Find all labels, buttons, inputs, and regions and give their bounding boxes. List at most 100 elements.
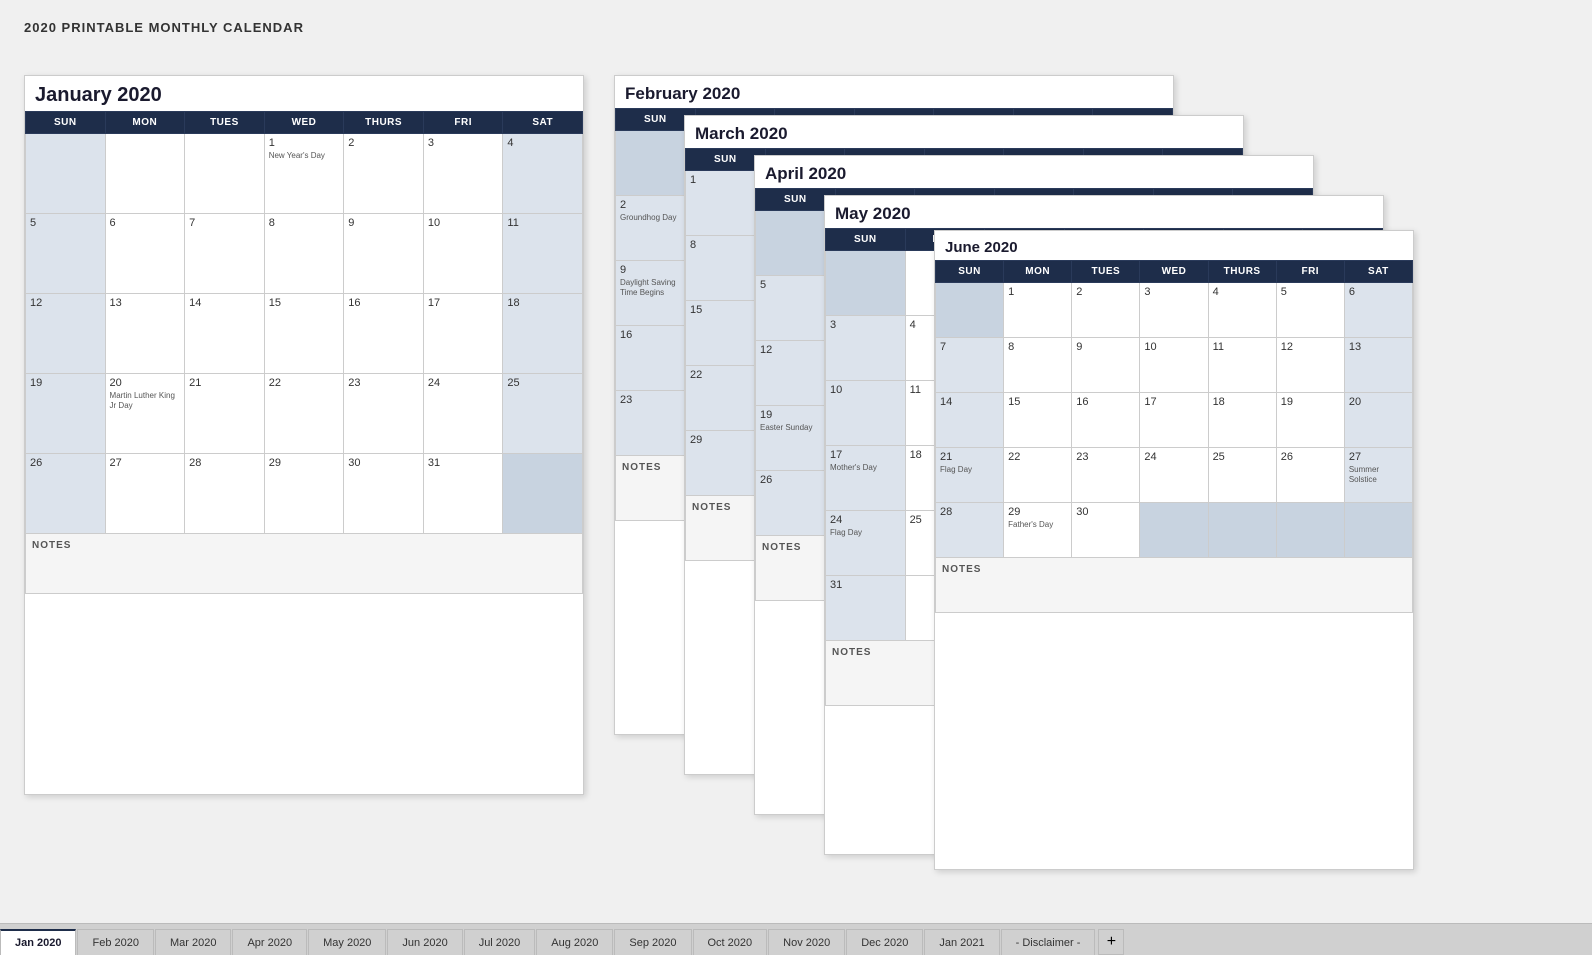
tab-jul-2020[interactable]: Jul 2020 — [464, 929, 536, 955]
table-row: 12 13 14 15 16 17 18 — [26, 294, 583, 374]
jun-col-thu: THURS — [1208, 261, 1276, 283]
table-cell: 2 — [344, 134, 424, 214]
table-row: 19 20Martin Luther King Jr Day 21 22 23 … — [26, 374, 583, 454]
notes-cell: NOTES — [936, 558, 1413, 613]
table-cell: 23 — [1072, 448, 1140, 503]
table-cell: 5 — [26, 214, 106, 294]
table-cell: 17 — [1140, 393, 1208, 448]
jun-col-sun: SUN — [936, 261, 1004, 283]
table-cell: 29 — [264, 454, 344, 534]
jan-col-wed: WED — [264, 112, 344, 134]
table-cell: 20Martin Luther King Jr Day — [105, 374, 185, 454]
jun-col-wed: WED — [1140, 261, 1208, 283]
table-cell — [185, 134, 265, 214]
table-cell: 13 — [105, 294, 185, 374]
jun-grid: SUN MON TUES WED THURS FRI SAT 1 2 3 — [935, 260, 1413, 613]
calendars-container: January 2020 SUN MON TUES WED THURS FRI … — [24, 45, 1568, 895]
table-cell: 28 — [936, 503, 1004, 558]
table-cell: 10 — [826, 381, 906, 446]
table-cell: 31 — [826, 576, 906, 641]
table-cell: 2 — [1072, 283, 1140, 338]
tab-jan-2021[interactable]: Jan 2021 — [924, 929, 999, 955]
tab-jan-2020[interactable]: Jan 2020 — [0, 929, 76, 955]
jun-col-tue: TUES — [1072, 261, 1140, 283]
notes-row: NOTES — [936, 558, 1413, 613]
table-cell: 17Mother's Day — [826, 446, 906, 511]
calendar-june: June 2020 SUN MON TUES WED THURS FRI SAT — [934, 230, 1414, 870]
page-title: 2020 PRINTABLE MONTHLY CALENDAR — [24, 20, 1568, 35]
table-cell — [503, 454, 583, 534]
table-cell: 11 — [503, 214, 583, 294]
table-cell: 7 — [936, 338, 1004, 393]
tab-oct-2020[interactable]: Oct 2020 — [693, 929, 768, 955]
jan-col-thu: THURS — [344, 112, 424, 134]
tab-mar-2020[interactable]: Mar 2020 — [155, 929, 231, 955]
table-cell: 4 — [503, 134, 583, 214]
table-cell: 19 — [26, 374, 106, 454]
tab-jun-2020[interactable]: Jun 2020 — [387, 929, 462, 955]
table-cell: 23 — [344, 374, 424, 454]
may-title: May 2020 — [825, 196, 1383, 228]
table-cell: 17 — [423, 294, 503, 374]
tab-aug-2020[interactable]: Aug 2020 — [536, 929, 613, 955]
table-cell: 6 — [105, 214, 185, 294]
table-row: 21Flag Day 22 23 24 25 26 27Summer Solst… — [936, 448, 1413, 503]
tab-nov-2020[interactable]: Nov 2020 — [768, 929, 845, 955]
table-cell: 16 — [1072, 393, 1140, 448]
table-cell: 9 — [344, 214, 424, 294]
table-cell: 12 — [1276, 338, 1344, 393]
table-cell: 30 — [1072, 503, 1140, 558]
jan-col-tue: TUES — [185, 112, 265, 134]
table-cell: 20 — [1344, 393, 1412, 448]
table-cell: 31 — [423, 454, 503, 534]
table-cell: 19 — [1276, 393, 1344, 448]
table-cell: 12 — [26, 294, 106, 374]
notes-cell: NOTES — [26, 534, 583, 594]
table-cell: 7 — [185, 214, 265, 294]
table-cell: 8 — [1004, 338, 1072, 393]
tab-apr-2020[interactable]: Apr 2020 — [232, 929, 307, 955]
table-cell: 25 — [503, 374, 583, 454]
table-cell: 10 — [1140, 338, 1208, 393]
table-cell: 30 — [344, 454, 424, 534]
tab-bar: Jan 2020 Feb 2020 Mar 2020 Apr 2020 May … — [0, 923, 1592, 955]
table-cell: 26 — [1276, 448, 1344, 503]
jan-col-sun: SUN — [26, 112, 106, 134]
table-cell — [26, 134, 106, 214]
jun-col-mon: MON — [1004, 261, 1072, 283]
table-cell: 21Flag Day — [936, 448, 1004, 503]
table-row: 26 27 28 29 30 31 — [26, 454, 583, 534]
table-cell: 5 — [1276, 283, 1344, 338]
calendar-january: January 2020 SUN MON TUES WED THURS FRI … — [24, 75, 584, 795]
tab-feb-2020[interactable]: Feb 2020 — [77, 929, 153, 955]
table-cell: 6 — [1344, 283, 1412, 338]
main-area: 2020 PRINTABLE MONTHLY CALENDAR January … — [0, 0, 1592, 923]
table-cell: 13 — [1344, 338, 1412, 393]
may-col-sun: SUN — [826, 229, 906, 251]
tab-may-2020[interactable]: May 2020 — [308, 929, 386, 955]
tab-disclaimer[interactable]: - Disclaimer - — [1001, 929, 1096, 955]
table-cell: 15 — [264, 294, 344, 374]
table-cell: 22 — [1004, 448, 1072, 503]
table-cell: 14 — [936, 393, 1004, 448]
tab-sep-2020[interactable]: Sep 2020 — [614, 929, 691, 955]
table-cell: 25 — [1208, 448, 1276, 503]
notes-row: NOTES — [26, 534, 583, 594]
table-cell: 24 — [1140, 448, 1208, 503]
table-row: 5 6 7 8 9 10 11 — [26, 214, 583, 294]
tab-add-button[interactable]: + — [1098, 929, 1124, 955]
table-cell: 10 — [423, 214, 503, 294]
table-cell — [1208, 503, 1276, 558]
table-row: 1 2 3 4 5 6 — [936, 283, 1413, 338]
table-cell: 27Summer Solstice — [1344, 448, 1412, 503]
jun-col-fri: FRI — [1276, 261, 1344, 283]
table-cell: 22 — [264, 374, 344, 454]
tab-dec-2020[interactable]: Dec 2020 — [846, 929, 923, 955]
table-cell — [1276, 503, 1344, 558]
table-cell — [105, 134, 185, 214]
jan-col-fri: FRI — [423, 112, 503, 134]
jan-col-mon: MON — [105, 112, 185, 134]
mar-title: March 2020 — [685, 116, 1243, 148]
table-cell: 3 — [826, 316, 906, 381]
table-cell: 4 — [1208, 283, 1276, 338]
